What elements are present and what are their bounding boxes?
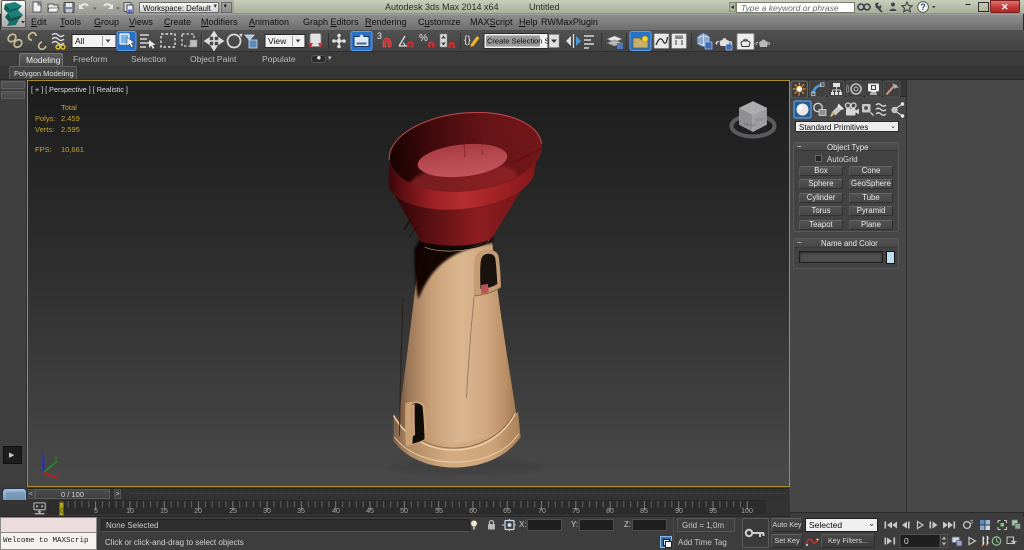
- svg-text:Create Selection Se: Create Selection Se: [487, 37, 554, 46]
- svg-text:x: x: [56, 469, 60, 478]
- svg-text:0: 0: [904, 536, 909, 546]
- svg-text:%: %: [419, 33, 428, 44]
- svg-text:View: View: [268, 36, 287, 46]
- svg-text:3: 3: [377, 31, 382, 41]
- svg-text:z: z: [41, 448, 45, 457]
- svg-text:y: y: [54, 453, 58, 462]
- svg-text:{}: {}: [464, 35, 471, 46]
- svg-text:?: ?: [920, 2, 926, 12]
- svg-text:All: All: [75, 36, 85, 46]
